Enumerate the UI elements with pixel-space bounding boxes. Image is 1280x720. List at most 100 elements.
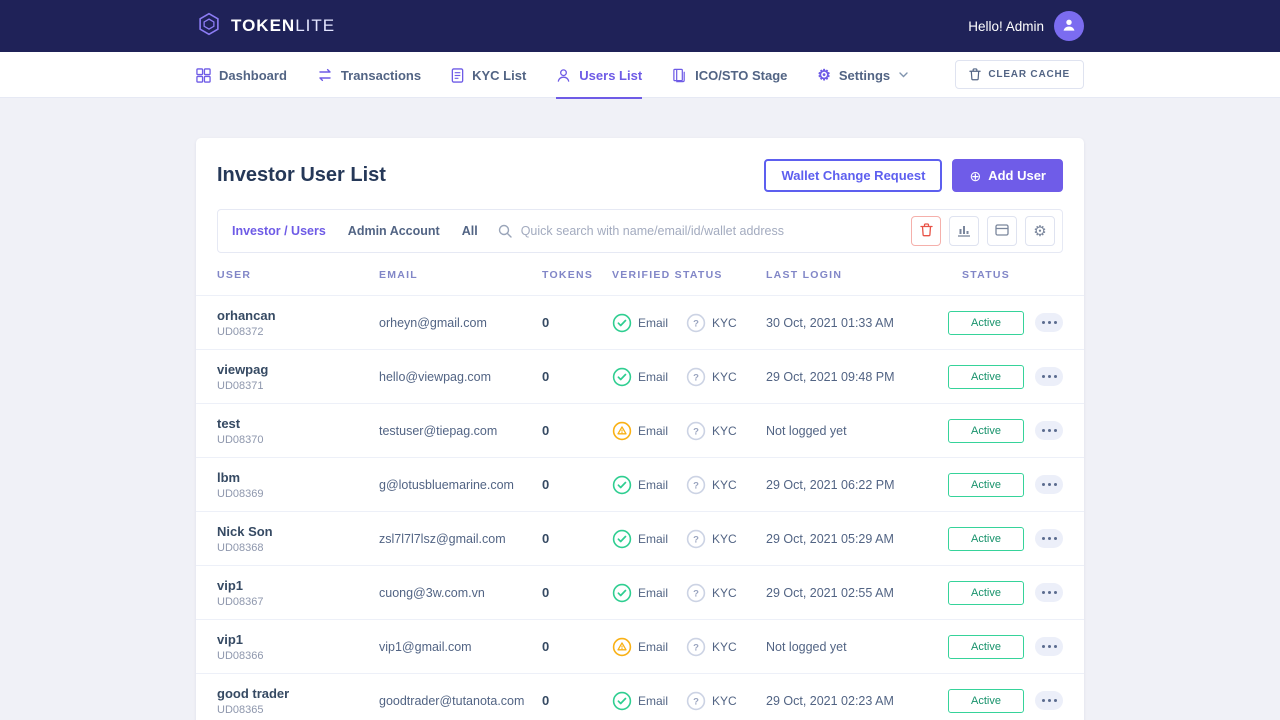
row-actions-button[interactable] (1035, 421, 1063, 440)
user-name[interactable]: vip1 (217, 578, 379, 593)
row-actions-button[interactable] (1035, 313, 1063, 332)
search-icon (498, 224, 512, 238)
plus-circle-icon: ⊕ (969, 169, 981, 183)
kyc-status-label: KYC (712, 424, 737, 438)
search-box (498, 224, 911, 238)
greeting-text: Hello! Admin (968, 19, 1044, 34)
last-login: 29 Oct, 2021 06:22 PM (766, 478, 940, 492)
column-header-user: USER (217, 269, 379, 281)
kyc-status-label: KYC (712, 478, 737, 492)
user-avatar[interactable] (1054, 11, 1084, 41)
add-user-button[interactable]: ⊕ Add User (952, 159, 1063, 192)
user-email: vip1@gmail.com (379, 640, 542, 654)
user-name[interactable]: good trader (217, 686, 379, 701)
email-status-label: Email (638, 586, 668, 600)
column-header-email: EMAIL (379, 269, 542, 281)
chart-bar-icon (957, 223, 971, 240)
user-email: cuong@3w.com.vn (379, 586, 542, 600)
nav-item-dashboard[interactable]: Dashboard (196, 52, 287, 98)
kyc-status-label: KYC (712, 370, 737, 384)
user-id: UD08369 (217, 488, 379, 500)
row-actions-button[interactable] (1035, 367, 1063, 386)
export-report-button[interactable] (949, 216, 979, 246)
user-email: g@lotusbluemarine.com (379, 478, 542, 492)
email-verified-status: Email (612, 529, 668, 549)
user-name[interactable]: vip1 (217, 632, 379, 647)
user-tokens: 0 (542, 369, 612, 384)
file-icon (451, 68, 464, 83)
cache-trash-icon (969, 68, 981, 81)
row-actions-button[interactable] (1035, 637, 1063, 656)
email-verified-status: Email (612, 313, 668, 333)
table-body: orhancan UD08372 orheyn@gmail.com 0 Emai… (196, 295, 1084, 720)
last-login: Not logged yet (766, 640, 940, 654)
user-name[interactable]: test (217, 416, 379, 431)
status-badge[interactable]: Active (948, 581, 1024, 605)
status-badge[interactable]: Active (948, 635, 1024, 659)
email-status-label: Email (638, 532, 668, 546)
kyc-verified-status: ? KYC (686, 313, 737, 333)
brand-logo[interactable]: TOKENLITE (196, 11, 335, 42)
question-circle-icon: ? (686, 313, 706, 333)
user-name[interactable]: lbm (217, 470, 379, 485)
status-badge[interactable]: Active (948, 419, 1024, 443)
kyc-status-label: KYC (712, 694, 737, 708)
row-actions-button[interactable] (1035, 529, 1063, 548)
table-row: orhancan UD08372 orheyn@gmail.com 0 Emai… (196, 295, 1084, 349)
delete-users-button[interactable] (911, 216, 941, 246)
card-icon (995, 224, 1009, 239)
nav-item-kyc-list[interactable]: KYC List (451, 52, 526, 98)
email-verified-status: Email (612, 637, 668, 657)
email-verified-status: Email (612, 583, 668, 603)
user-name[interactable]: orhancan (217, 308, 379, 323)
user-name[interactable]: Nick Son (217, 524, 379, 539)
exchange-icon (317, 68, 333, 82)
kyc-status-label: KYC (712, 316, 737, 330)
user-table: USER EMAIL TOKENS VERIFIED STATUS LAST L… (196, 255, 1084, 720)
nav-item-transactions[interactable]: Transactions (317, 52, 421, 98)
nav-item-ico-sto-stage[interactable]: ICO/STO Stage (672, 52, 787, 98)
filter-tab-admin-account[interactable]: Admin Account (348, 224, 440, 238)
status-badge[interactable]: Active (948, 527, 1024, 551)
email-status-label: Email (638, 640, 668, 654)
main-nav: Dashboard Transactions KYC List Users Li… (0, 52, 1280, 98)
user-tokens: 0 (542, 639, 612, 654)
question-circle-icon: ? (686, 475, 706, 495)
add-user-label: Add User (988, 168, 1046, 183)
wallet-change-request-button[interactable]: Wallet Change Request (764, 159, 942, 192)
status-badge[interactable]: Active (948, 365, 1024, 389)
search-input[interactable] (521, 224, 911, 238)
user-email: orheyn@gmail.com (379, 316, 542, 330)
status-badge[interactable]: Active (948, 311, 1024, 335)
user-id: UD08367 (217, 596, 379, 608)
row-actions-button[interactable] (1035, 475, 1063, 494)
email-verified-status: Email (612, 421, 668, 441)
topbar: TOKENLITE Hello! Admin (0, 0, 1280, 52)
user-tokens: 0 (542, 315, 612, 330)
user-name[interactable]: viewpag (217, 362, 379, 377)
person-icon (1061, 17, 1077, 36)
filter-tab-investor-users[interactable]: Investor / Users (232, 224, 326, 238)
nav-item-settings[interactable]: ⚙ Settings (817, 52, 908, 98)
clear-cache-button[interactable]: CLEAR CACHE (955, 60, 1084, 89)
user-email: zsl7l7l7lsz@gmail.com (379, 532, 542, 546)
kyc-status-label: KYC (712, 640, 737, 654)
filter-tab-all[interactable]: All (462, 224, 478, 238)
table-settings-button[interactable]: ⚙ (1025, 216, 1055, 246)
tokenlite-logo-icon (196, 11, 222, 42)
svg-text:?: ? (693, 588, 699, 599)
last-login: 29 Oct, 2021 02:55 AM (766, 586, 940, 600)
email-verified-status: Email (612, 475, 668, 495)
status-badge[interactable]: Active (948, 473, 1024, 497)
nav-item-users-list[interactable]: Users List (556, 52, 642, 98)
status-badge[interactable]: Active (948, 689, 1024, 713)
row-actions-button[interactable] (1035, 583, 1063, 602)
user-id: UD08366 (217, 650, 379, 662)
last-login: 29 Oct, 2021 09:48 PM (766, 370, 940, 384)
email-status-label: Email (638, 478, 668, 492)
row-actions-button[interactable] (1035, 691, 1063, 710)
card-view-button[interactable] (987, 216, 1017, 246)
svg-text:?: ? (693, 372, 699, 383)
svg-text:?: ? (693, 642, 699, 653)
investor-user-list-card: Investor User List Wallet Change Request… (196, 138, 1084, 720)
